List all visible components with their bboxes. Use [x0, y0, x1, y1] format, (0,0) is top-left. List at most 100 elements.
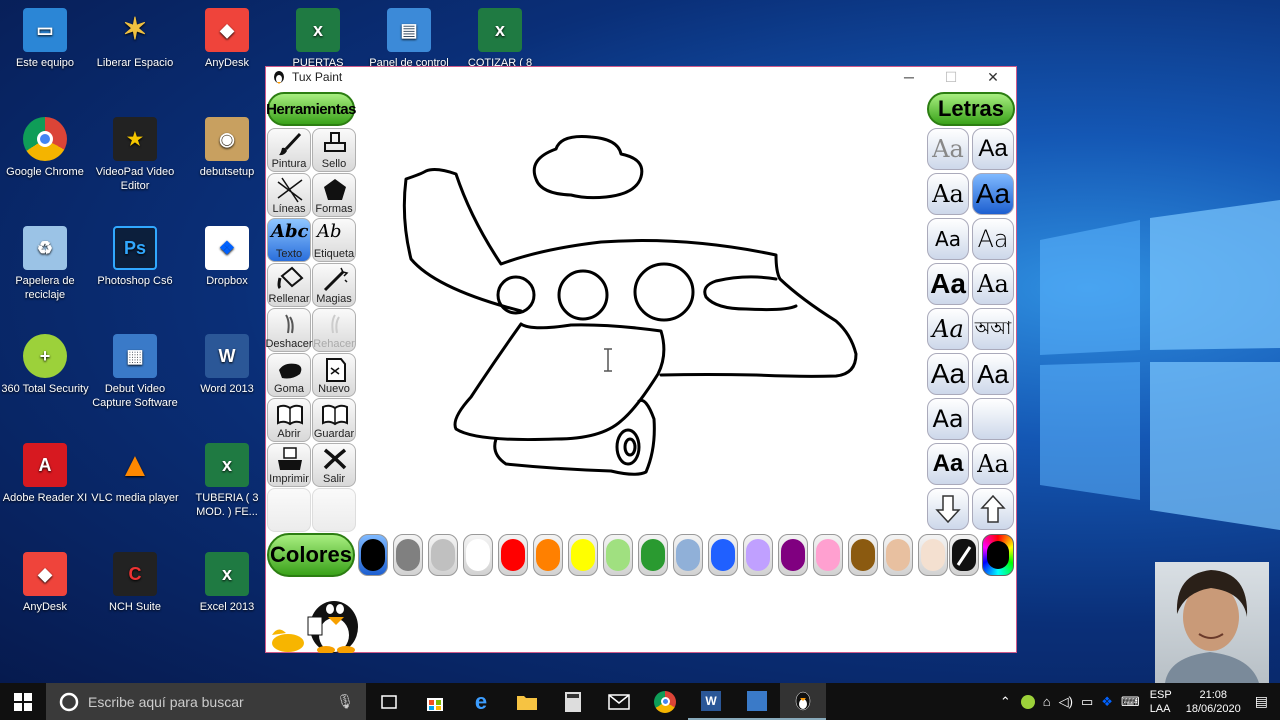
clock[interactable]: 21:08 18/06/2020: [1186, 688, 1241, 716]
title-bar[interactable]: Tux Paint ─ ☐ ✕: [266, 67, 1016, 87]
font-option[interactable]: Aa: [972, 263, 1014, 305]
color-swatch[interactable]: [603, 534, 633, 576]
desktop-icon-liberar-espacio[interactable]: ✶ Liberar Espacio: [90, 8, 180, 70]
chevron-up-icon[interactable]: ⌃: [1000, 694, 1011, 710]
tool-guardar[interactable]: Guardar: [312, 398, 356, 442]
taskbar-word[interactable]: W: [688, 683, 734, 720]
tool-texto[interactable]: Abc Texto: [267, 218, 311, 262]
desktop-icon-tuberia[interactable]: x TUBERIA ( 3 MOD. ) FE...: [182, 443, 272, 519]
taskbar-edge[interactable]: e: [458, 683, 504, 720]
network-icon[interactable]: ⌂: [1043, 694, 1051, 709]
tool-rellenar[interactable]: Rellenar: [267, 263, 311, 307]
desktop-icon-adobe-reader[interactable]: A Adobe Reader XI: [0, 443, 90, 505]
desktop-icon-videopad[interactable]: ★ VideoPad Video Editor: [90, 117, 180, 193]
taskbar-store[interactable]: [412, 683, 458, 720]
drawing-canvas[interactable]: [356, 109, 926, 564]
font-size-increase[interactable]: Aa: [927, 443, 969, 485]
microphone-icon[interactable]: 🎙: [336, 693, 354, 710]
battery-icon[interactable]: ▭: [1081, 694, 1093, 710]
desktop-icon-dropbox[interactable]: ❖ Dropbox: [182, 226, 272, 288]
color-swatch[interactable]: [708, 534, 738, 576]
tool-pintura[interactable]: Pintura: [267, 128, 311, 172]
desktop-icon-nch-suite[interactable]: C NCH Suite: [90, 552, 180, 614]
color-swatch[interactable]: [498, 534, 528, 576]
desktop-icon-excel[interactable]: x Excel 2013: [182, 552, 272, 614]
360-tray-icon[interactable]: [1020, 694, 1035, 709]
color-swatch[interactable]: [778, 534, 808, 576]
desktop-icon-cotizar[interactable]: x COTIZAR ( 8: [455, 8, 545, 70]
font-option[interactable]: Aa: [927, 128, 969, 170]
search-box[interactable]: Escribe aquí para buscar 🎙: [46, 683, 366, 720]
desktop-icon-panel-control[interactable]: ▤ Panel de control: [364, 8, 454, 70]
color-swatch[interactable]: [568, 534, 598, 576]
desktop-icon-photoshop[interactable]: Ps Photoshop Cs6: [90, 226, 180, 288]
font-option[interactable]: Aa: [927, 173, 969, 215]
tool-sello[interactable]: Sello: [312, 128, 356, 172]
taskbar-calculator[interactable]: [550, 683, 596, 720]
taskbar-tux-paint[interactable]: [780, 683, 826, 720]
font-option[interactable]: Aa: [972, 353, 1014, 395]
taskbar-debut[interactable]: [734, 683, 780, 720]
desktop-icon-360-security[interactable]: + 360 Total Security: [0, 334, 90, 396]
color-swatch[interactable]: [463, 534, 493, 576]
color-swatch[interactable]: [673, 534, 703, 576]
color-swatch[interactable]: [743, 534, 773, 576]
tool-abrir[interactable]: Abrir: [267, 398, 311, 442]
start-button[interactable]: [0, 683, 46, 720]
font-size-decrease[interactable]: Aa: [972, 443, 1014, 485]
desktop-icon-debutsetup[interactable]: ◉ debutsetup: [182, 117, 272, 179]
desktop-icon-debut-video[interactable]: ▦ Debut Video Capture Software: [90, 334, 180, 410]
color-picker-button[interactable]: [949, 534, 979, 576]
taskbar-mail[interactable]: [596, 683, 642, 720]
color-swatch[interactable]: [393, 534, 423, 576]
scroll-up-button[interactable]: [972, 488, 1014, 530]
color-swatch-black-selected[interactable]: [358, 534, 388, 576]
tool-nuevo[interactable]: Nuevo: [312, 353, 356, 397]
tool-formas[interactable]: Formas: [312, 173, 356, 217]
minimize-button[interactable]: ─: [888, 67, 930, 87]
color-mixer-button[interactable]: [982, 534, 1014, 576]
desktop-icon-vlc[interactable]: ▲ VLC media player: [90, 443, 180, 505]
desktop-icon-anydesk-2[interactable]: ◆ AnyDesk: [0, 552, 90, 614]
tool-deshacer[interactable]: Deshacer: [265, 308, 313, 352]
font-option-selected[interactable]: Aa: [972, 173, 1014, 215]
notifications-icon[interactable]: ▤: [1255, 693, 1268, 710]
tool-salir[interactable]: Salir: [312, 443, 356, 487]
desktop-icon-este-equipo[interactable]: ▭ Este equipo: [0, 8, 90, 70]
font-option[interactable]: Aa: [972, 128, 1014, 170]
color-swatch[interactable]: [813, 534, 843, 576]
tool-lineas[interactable]: Líneas: [267, 173, 311, 217]
tool-etiqueta[interactable]: Ab Etiqueta: [312, 218, 356, 262]
desktop-icon-papelera[interactable]: ♻ Papelera de reciclaje: [0, 226, 90, 302]
font-option[interactable]: Aa: [927, 398, 969, 440]
font-option[interactable]: অআ: [972, 308, 1014, 350]
maximize-button[interactable]: ☐: [930, 67, 972, 87]
font-option[interactable]: Aa: [927, 263, 969, 305]
color-swatch[interactable]: [533, 534, 563, 576]
close-button[interactable]: ✕: [972, 67, 1014, 87]
task-view-button[interactable]: [366, 683, 412, 720]
scroll-down-button[interactable]: [927, 488, 969, 530]
tool-rehacer[interactable]: Rehacer: [312, 308, 356, 352]
color-swatch[interactable]: [428, 534, 458, 576]
tool-imprimir[interactable]: Imprimir: [267, 443, 311, 487]
taskbar-chrome[interactable]: [642, 683, 688, 720]
desktop-icon-google-chrome[interactable]: Google Chrome: [0, 117, 90, 179]
tool-goma[interactable]: Goma: [267, 353, 311, 397]
taskbar-file-explorer[interactable]: [504, 683, 550, 720]
font-option[interactable]: Aa: [972, 218, 1014, 260]
tool-magias[interactable]: Magias: [312, 263, 356, 307]
desktop-icon-word[interactable]: W Word 2013: [182, 334, 272, 396]
font-option[interactable]: Aa: [927, 218, 969, 260]
desktop-icon-anydesk[interactable]: ◆ AnyDesk: [182, 8, 272, 70]
volume-icon[interactable]: ◁): [1059, 694, 1073, 710]
font-option[interactable]: Aa: [927, 308, 969, 350]
color-swatch[interactable]: [848, 534, 878, 576]
keyboard-icon[interactable]: ⌨: [1121, 694, 1140, 710]
color-swatch[interactable]: [883, 534, 913, 576]
font-option[interactable]: Aa: [927, 353, 969, 395]
color-swatch[interactable]: [918, 534, 948, 576]
dropbox-tray-icon[interactable]: ❖: [1101, 694, 1113, 710]
language-indicator[interactable]: ESP LAA: [1150, 688, 1172, 716]
color-swatch[interactable]: [638, 534, 668, 576]
